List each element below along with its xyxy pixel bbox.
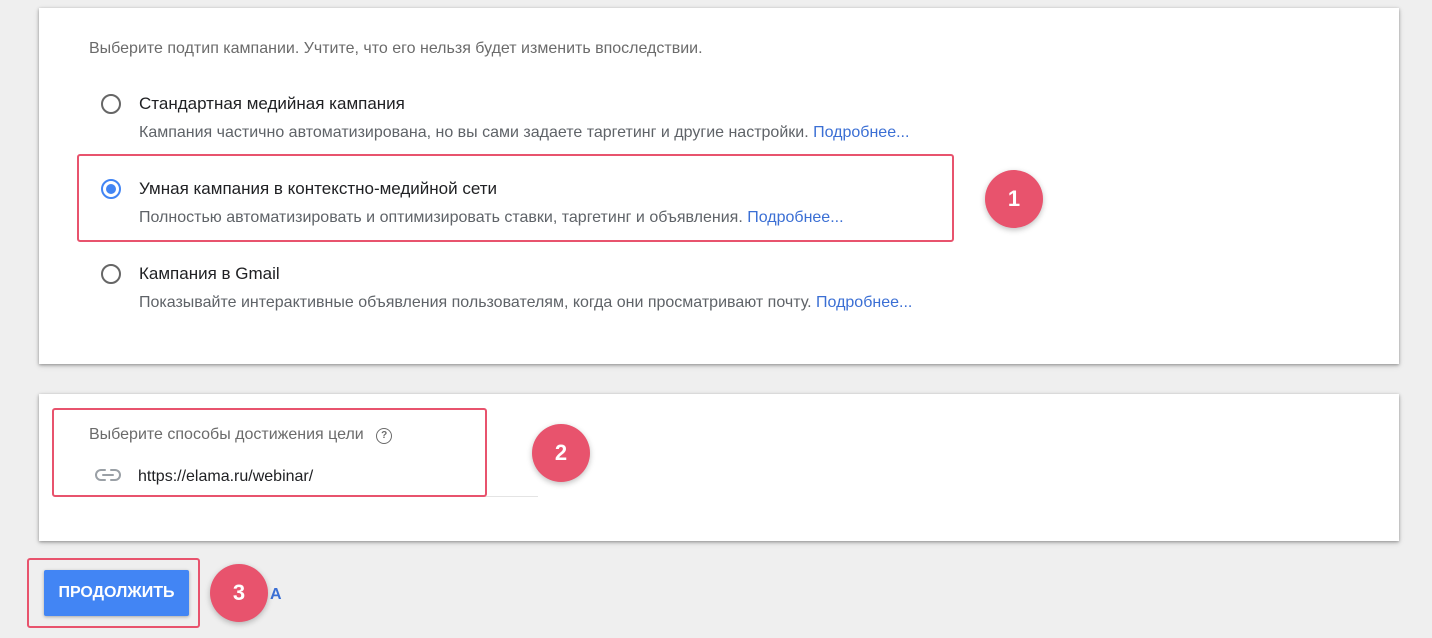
- option-description-text: Показывайте интерактивные объявления пол…: [139, 294, 812, 311]
- radio-gmail[interactable]: [101, 264, 121, 284]
- option-standard-display[interactable]: Стандартная медийная кампания Кампания ч…: [101, 94, 1101, 154]
- highlight-frame-3: [27, 558, 200, 628]
- step-badge-3: 3: [210, 564, 268, 622]
- learn-more-link[interactable]: Подробнее...: [816, 294, 912, 311]
- highlight-frame-1: [77, 154, 954, 242]
- radio-standard-display[interactable]: [101, 94, 121, 114]
- subtype-intro: Выберите подтип кампании. Учтите, что ег…: [89, 40, 703, 57]
- option-description-text: Кампания частично автоматизирована, но в…: [139, 124, 809, 141]
- option-title: Кампания в Gmail: [139, 264, 280, 283]
- highlight-frame-2: [52, 408, 487, 497]
- option-title: Стандартная медийная кампания: [139, 94, 405, 113]
- step-badge-1: 1: [985, 170, 1043, 228]
- option-description: Показывайте интерактивные объявления пол…: [139, 294, 912, 312]
- option-gmail[interactable]: Кампания в Gmail Показывайте интерактивн…: [101, 264, 1101, 324]
- option-description: Кампания частично автоматизирована, но в…: [139, 124, 909, 142]
- learn-more-link[interactable]: Подробнее...: [813, 124, 909, 141]
- step-badge-2: 2: [532, 424, 590, 482]
- cancel-link[interactable]: А: [270, 586, 282, 604]
